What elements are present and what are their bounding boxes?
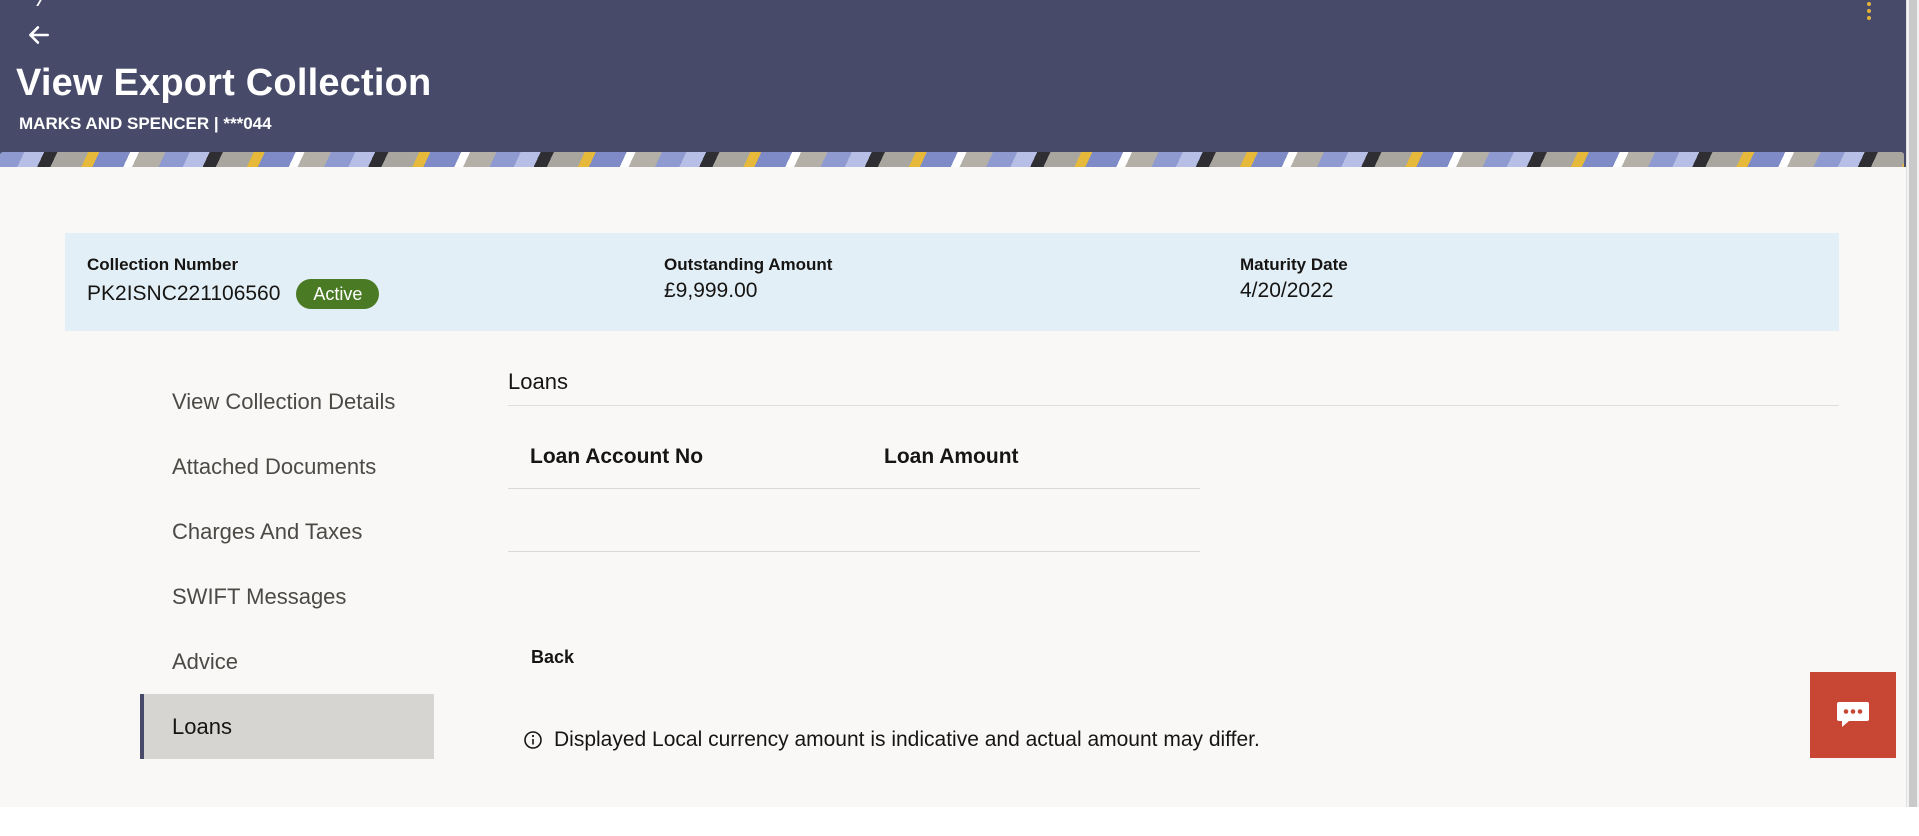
vertical-scrollbar[interactable] <box>1906 0 1919 807</box>
maturity-date-label: Maturity Date <box>1240 255 1348 274</box>
outstanding-amount-value: £9,999.00 <box>664 279 758 302</box>
nav-item-attached-documents[interactable]: Attached Documents <box>140 434 434 499</box>
column-loan-amount: Loan Amount <box>884 444 1019 468</box>
scrollbar-thumb[interactable] <box>1909 0 1917 807</box>
collection-summary: Collection Number PK2ISNC221106560 Activ… <box>65 233 1839 331</box>
header-mark <box>36 0 44 6</box>
page-title: View Export Collection <box>16 62 432 104</box>
status-badge: Active <box>296 279 380 309</box>
chat-bubble-icon <box>1837 702 1869 727</box>
section-divider <box>508 405 1839 406</box>
table-row-empty <box>508 489 1200 552</box>
decorative-banner <box>0 152 1904 167</box>
side-navigation: View Collection Details Attached Documen… <box>140 369 434 759</box>
chat-button[interactable] <box>1810 672 1896 758</box>
page-header: View Export Collection MARKS AND SPENCER… <box>0 0 1906 167</box>
outstanding-amount-label: Outstanding Amount <box>664 255 833 274</box>
nav-item-loans[interactable]: Loans <box>140 694 434 759</box>
table-header: Loan Account No Loan Amount <box>508 425 1200 489</box>
loans-table: Loan Account No Loan Amount <box>508 425 1200 552</box>
disclaimer-note: Displayed Local currency amount is indic… <box>523 728 1260 752</box>
collection-number-label: Collection Number <box>87 255 239 274</box>
maturity-date-value: 4/20/2022 <box>1240 279 1334 302</box>
section-title: Loans <box>508 369 568 394</box>
collection-number-row: PK2ISNC221106560 Active <box>87 279 380 309</box>
kebab-menu-icon[interactable] <box>1862 0 1876 24</box>
collection-number-block: Collection Number PK2ISNC221106560 Activ… <box>87 255 380 309</box>
nav-item-swift-messages[interactable]: SWIFT Messages <box>140 564 434 629</box>
nav-item-charges-and-taxes[interactable]: Charges And Taxes <box>140 499 434 564</box>
outstanding-amount-block: Outstanding Amount £9,999.00 <box>664 255 832 303</box>
disclaimer-text: Displayed Local currency amount is indic… <box>554 728 1260 751</box>
back-arrow-glyph <box>29 26 49 44</box>
nav-item-view-collection-details[interactable]: View Collection Details <box>140 369 434 434</box>
collection-number-value: PK2ISNC221106560 <box>87 282 281 305</box>
back-button[interactable]: Back <box>531 647 574 668</box>
column-loan-account-no: Loan Account No <box>530 444 704 468</box>
back-arrow-icon[interactable] <box>26 22 56 50</box>
maturity-date-block: Maturity Date 4/20/2022 <box>1240 255 1348 303</box>
page-subtitle: MARKS AND SPENCER | ***044 <box>19 114 272 133</box>
info-icon <box>524 731 542 749</box>
nav-item-advice[interactable]: Advice <box>140 629 434 694</box>
